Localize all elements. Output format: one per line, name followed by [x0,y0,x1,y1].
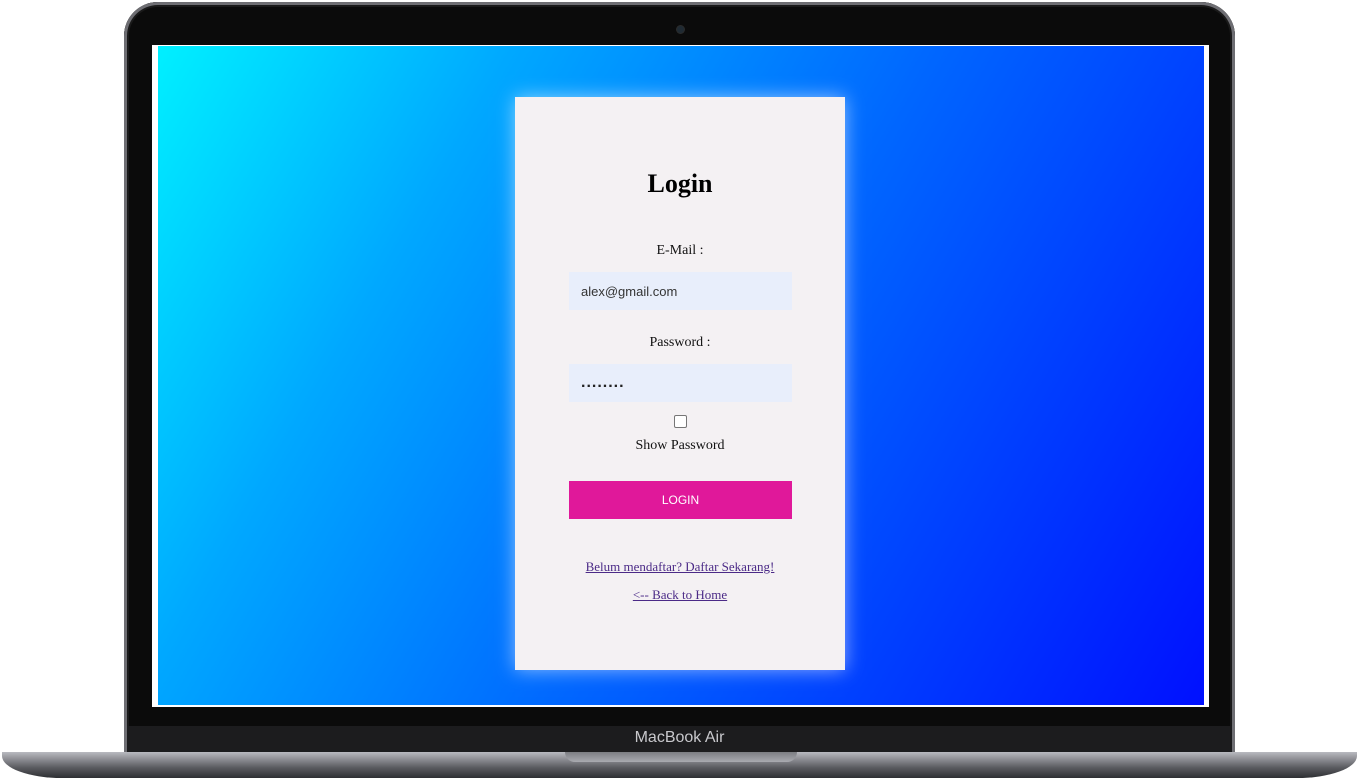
laptop-hinge-notch [565,752,797,762]
email-field[interactable]: alex@gmail.com [569,272,792,310]
back-to-home-link[interactable]: <-- Back to Home [515,587,845,603]
login-button[interactable]: LOGIN [569,481,792,519]
login-card: Login E-Mail : alex@gmail.com Password :… [515,97,845,670]
register-link[interactable]: Belum mendaftar? Daftar Sekarang! [515,559,845,575]
password-value: ........ [581,374,625,391]
password-field[interactable]: ........ [569,364,792,402]
show-password-label[interactable]: Show Password [515,438,845,454]
device-brand-label: MacBook Air [634,729,725,746]
show-password-checkbox[interactable] [674,415,687,428]
browser-viewport: Login E-Mail : alex@gmail.com Password :… [158,46,1204,705]
password-label: Password : [649,335,711,350]
email-value: alex@gmail.com [581,283,678,299]
page-title: Login [647,169,713,198]
camera-icon [677,26,684,33]
email-label: E-Mail : [656,243,704,258]
